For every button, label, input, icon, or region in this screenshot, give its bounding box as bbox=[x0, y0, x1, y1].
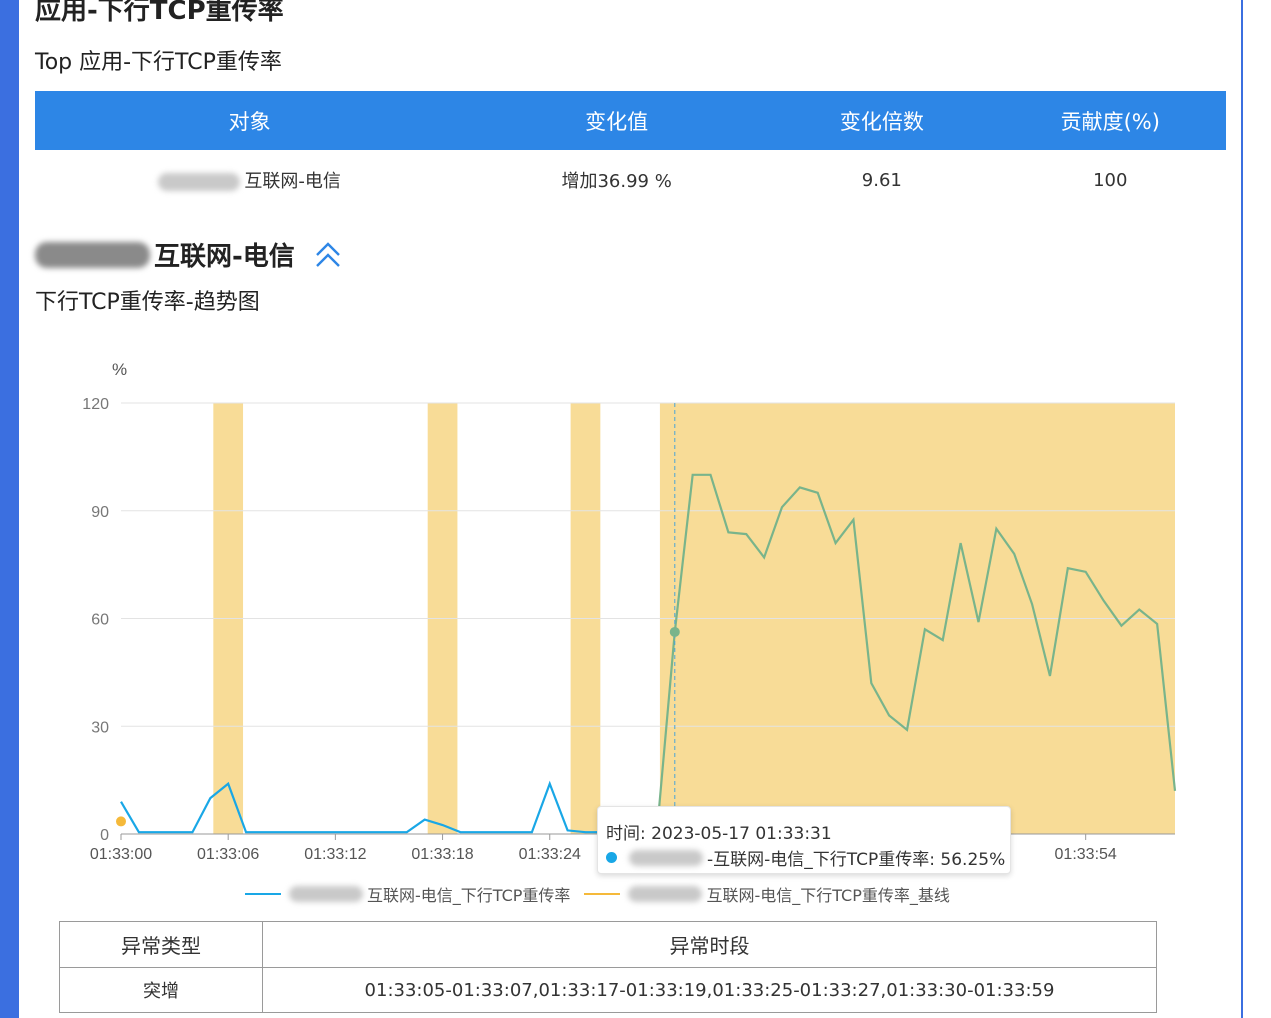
header-multiple: 变化倍数 bbox=[769, 91, 995, 150]
trend-chart[interactable]: 0 30 60 90 120% 01:33:00 01:33:06 01:33:12 01:33… bbox=[0, 350, 1271, 880]
y-tick-label: 90 bbox=[91, 504, 109, 521]
x-tick-label: 01:33:00 bbox=[90, 846, 152, 863]
header-change-value: 变化值 bbox=[464, 91, 770, 150]
y-tick-label: 60 bbox=[91, 612, 109, 629]
y-axis-label: % bbox=[112, 360, 127, 379]
legend-item-baseline[interactable]: 互联网-电信_下行TCP重传率_基线 bbox=[584, 882, 950, 906]
header-object: 对象 bbox=[35, 91, 465, 150]
anomaly-table: 异常类型 异常时段 突增 01:33:05-01:33:07,01:33:17-… bbox=[59, 921, 1157, 1013]
y-tick-label: 0 bbox=[100, 827, 109, 844]
x-tick-label: 01:33:24 bbox=[519, 846, 581, 863]
x-tick-label: 01:33:12 bbox=[304, 846, 366, 863]
redacted-app-name bbox=[35, 241, 150, 268]
table-row[interactable]: 互联网-电信 增加36.99 % 9.61 100 bbox=[35, 150, 1226, 210]
section-subtitle: Top 应用-下行TCP重传率 bbox=[35, 50, 282, 75]
chart-tooltip: 时间: 2023-05-17 01:33:31 -互联网-电信_下行TCP重传率… bbox=[597, 806, 1011, 874]
x-tick-label: 01:33:18 bbox=[411, 846, 473, 863]
y-tick-label: 30 bbox=[91, 719, 109, 736]
top-table: 对象 变化值 变化倍数 贡献度(%) 互联网-电信 增加36.99 % 9.61… bbox=[35, 91, 1226, 210]
chart-legend: 互联网-电信_下行TCP重传率 互联网-电信_下行TCP重传率_基线 bbox=[245, 882, 964, 906]
header-contribution: 贡献度(%) bbox=[994, 91, 1226, 150]
object-title-text: 互联网-电信 bbox=[154, 242, 295, 272]
tooltip-series-dot bbox=[606, 852, 617, 863]
cell-anomaly-type: 突增 bbox=[59, 967, 263, 1013]
tooltip-series-value: -互联网-电信_下行TCP重传率: 56.25% bbox=[707, 850, 1006, 870]
tooltip-series-row: -互联网-电信_下行TCP重传率: 56.25% bbox=[606, 845, 1005, 870]
legend-line-icon bbox=[584, 893, 621, 895]
x-tick-label: 01:33:54 bbox=[1055, 846, 1117, 863]
section-title: 应用-下行TCP重传率 bbox=[35, 0, 284, 26]
legend-label: 互联网-电信_下行TCP重传率 bbox=[367, 886, 571, 905]
y-tick-label: 120 bbox=[82, 396, 109, 413]
redacted-app-name bbox=[629, 849, 703, 866]
x-tick-label: 01:33:06 bbox=[197, 846, 259, 863]
cursor-point bbox=[669, 626, 680, 637]
legend-item-series[interactable]: 互联网-电信_下行TCP重传率 bbox=[245, 882, 570, 906]
object-name: 互联网-电信 bbox=[244, 171, 341, 192]
header-anomaly-period: 异常时段 bbox=[262, 921, 1157, 968]
legend-line-icon bbox=[245, 893, 281, 895]
table-row: 突增 01:33:05-01:33:07,01:33:17-01:33:19,0… bbox=[59, 967, 1157, 1013]
redacted-app-name bbox=[628, 886, 703, 902]
redacted-app-name bbox=[158, 173, 241, 191]
cell-anomaly-periods: 01:33:05-01:33:07,01:33:17-01:33:19,01:3… bbox=[262, 967, 1157, 1013]
cell-object: 互联网-电信 bbox=[35, 150, 464, 210]
header-anomaly-type: 异常类型 bbox=[59, 921, 263, 968]
trend-title: 下行TCP重传率-趋势图 bbox=[35, 290, 260, 315]
baseline-point bbox=[116, 816, 126, 827]
object-title: 互联网-电信 bbox=[35, 236, 343, 273]
tooltip-time: 时间: 2023-05-17 01:33:31 bbox=[606, 824, 832, 844]
cell-multiple: 9.61 bbox=[861, 169, 902, 191]
cell-change-value: 增加36.99 % bbox=[561, 171, 672, 192]
cell-contribution: 100 bbox=[1093, 169, 1128, 191]
redacted-app-name bbox=[289, 886, 363, 902]
legend-label: 互联网-电信_下行TCP重传率_基线 bbox=[706, 886, 950, 905]
double-chevron-up-icon[interactable] bbox=[313, 240, 343, 270]
